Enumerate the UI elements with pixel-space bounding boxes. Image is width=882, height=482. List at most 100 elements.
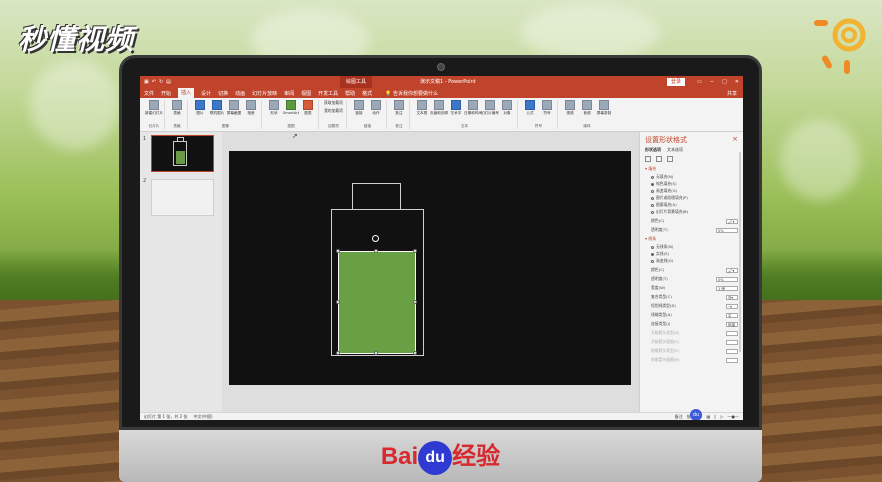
resize-handle[interactable] xyxy=(336,249,340,253)
redo-icon[interactable]: ↻ xyxy=(159,79,163,85)
battery-cap-shape[interactable] xyxy=(352,183,401,210)
fill-option[interactable]: 渐变填充(G) xyxy=(651,188,738,194)
end-arrow-size-dropdown[interactable] xyxy=(726,357,738,363)
login-button[interactable]: 登录 xyxy=(666,78,685,86)
zoom-slider[interactable]: —●— xyxy=(728,414,740,419)
close-icon[interactable]: ✕ xyxy=(735,79,739,85)
textbox-button[interactable]: 文本框 xyxy=(415,100,429,124)
minimize-icon[interactable]: − xyxy=(710,79,714,85)
pane-close-icon[interactable]: × xyxy=(732,135,738,145)
fill-option[interactable]: 图片或纹理填充(P) xyxy=(651,195,738,201)
pictures-button[interactable]: 图片 xyxy=(193,100,207,124)
fill-option[interactable]: 图案填充(A) xyxy=(651,202,738,208)
resize-handle[interactable] xyxy=(336,300,340,304)
get-addins-button[interactable]: 获取加载项 xyxy=(324,100,343,106)
reading-view-icon[interactable]: ▯ xyxy=(714,414,716,419)
slide-sorter-icon[interactable]: ▦ xyxy=(706,414,710,419)
dash-type-dropdown[interactable]: ┄▾ xyxy=(726,303,738,309)
fill-option[interactable]: 纯色填充(S) xyxy=(651,181,738,187)
begin-arrow-size-dropdown[interactable] xyxy=(726,339,738,345)
tab-shape-options[interactable]: 形状选项 xyxy=(645,147,661,153)
action-button[interactable]: 动作 xyxy=(369,100,383,124)
battery-fill-shape-selected[interactable] xyxy=(338,251,416,354)
line-option[interactable]: 渐变线(G) xyxy=(651,258,738,264)
wordart-button[interactable]: 艺术字 xyxy=(449,100,463,124)
tab-view[interactable]: 视图 xyxy=(301,90,311,97)
pane-scrollbar[interactable] xyxy=(739,152,741,352)
photo-album-button[interactable]: 相册 xyxy=(244,100,258,124)
symbol-button[interactable]: 符号 xyxy=(540,100,554,124)
tab-animations[interactable]: 动画 xyxy=(235,90,245,97)
resize-handle[interactable] xyxy=(374,249,378,253)
join-type-dropdown[interactable]: 斜接 xyxy=(726,321,738,327)
line-width-input[interactable]: 1 磅 xyxy=(716,285,738,291)
slide-canvas[interactable] xyxy=(229,151,631,385)
line-row: 宽度(W) 1 磅 xyxy=(651,285,738,291)
my-addins-button[interactable]: 我的加载项 xyxy=(324,108,343,114)
fill-option[interactable]: 无填充(N) xyxy=(651,174,738,180)
slideshow-icon[interactable]: ▷ xyxy=(720,414,723,419)
cap-type-dropdown[interactable]: 平 xyxy=(726,312,738,318)
slide-thumbnail-2[interactable] xyxy=(151,179,214,216)
audio-button[interactable]: 音频 xyxy=(580,100,594,124)
online-pictures-button[interactable]: 联机图片 xyxy=(210,100,224,124)
tab-transitions[interactable]: 切换 xyxy=(218,90,228,97)
fill-option[interactable]: 幻灯片背景填充(B) xyxy=(651,209,738,215)
link-button[interactable]: 链接 xyxy=(352,100,366,124)
resize-handle[interactable] xyxy=(413,249,417,253)
compound-type-dropdown[interactable]: ☰▾ xyxy=(726,294,738,300)
fill-transparency-input[interactable]: 0% xyxy=(716,227,738,233)
size-properties-icon[interactable] xyxy=(667,156,673,162)
fill-color-picker[interactable]: 🖌▾ xyxy=(726,218,738,224)
fill-line-icon[interactable] xyxy=(645,156,651,162)
tab-text-options[interactable]: 文本选项 xyxy=(667,147,683,153)
slide-number-button[interactable]: 幻灯片编号 xyxy=(481,100,499,124)
table-button[interactable]: 表格 xyxy=(170,100,184,124)
header-footer-button[interactable]: 页眉和页脚 xyxy=(430,100,448,124)
begin-arrow-type-dropdown[interactable] xyxy=(726,330,738,336)
date-time-button[interactable]: 日期和时间 xyxy=(464,100,482,124)
tab-developer[interactable]: 开发工具 xyxy=(318,90,338,97)
chart-button[interactable]: 图表 xyxy=(301,100,315,124)
screen-recording-button[interactable]: 屏幕录制 xyxy=(597,100,611,124)
rotate-handle-icon[interactable] xyxy=(372,235,379,242)
ribbon-display-icon[interactable]: ▭ xyxy=(697,79,702,85)
language-indicator[interactable]: 中文(中国) xyxy=(193,414,212,420)
tab-home[interactable]: 开始 xyxy=(161,90,171,97)
line-color-picker[interactable]: 🖌▾ xyxy=(726,267,738,273)
smartart-button[interactable]: SmartArt xyxy=(283,100,299,124)
new-slide-button[interactable]: 新建幻灯片 xyxy=(145,100,163,124)
tab-review[interactable]: 审阅 xyxy=(284,90,294,97)
resize-handle[interactable] xyxy=(374,351,378,355)
equation-button[interactable]: 公式 xyxy=(523,100,537,124)
resize-handle[interactable] xyxy=(413,300,417,304)
comment-button[interactable]: 批注 xyxy=(392,100,406,124)
resize-handle[interactable] xyxy=(413,351,417,355)
save-icon[interactable]: ▣ xyxy=(144,79,149,85)
resize-handle[interactable] xyxy=(336,351,340,355)
tab-format[interactable]: 格式 xyxy=(362,90,372,97)
tab-design[interactable]: 设计 xyxy=(201,90,211,97)
share-button[interactable]: 共享 xyxy=(727,90,737,97)
undo-icon[interactable]: ↶ xyxy=(152,79,156,85)
object-button[interactable]: 对象 xyxy=(500,100,514,124)
end-arrow-type-dropdown[interactable] xyxy=(726,348,738,354)
screenshot-button[interactable]: 屏幕截图 xyxy=(227,100,241,124)
tell-me-box[interactable]: 💡 告诉我你想要做什么 xyxy=(385,90,438,97)
shapes-button[interactable]: 形状 xyxy=(267,100,281,124)
tab-file[interactable]: 文件 xyxy=(144,90,154,97)
line-option[interactable]: 无线条(N) xyxy=(651,244,738,250)
start-from-beginning-icon[interactable]: ▤ xyxy=(166,79,171,85)
line-section-header[interactable]: ▾ 线条 xyxy=(645,236,738,242)
tab-help[interactable]: 帮助 xyxy=(345,90,355,97)
line-option[interactable]: 实线(S) xyxy=(651,251,738,257)
effects-icon[interactable] xyxy=(656,156,662,162)
tab-insert[interactable]: 插入 xyxy=(178,88,195,98)
tab-slideshow[interactable]: 幻灯片放映 xyxy=(252,90,277,97)
line-transparency-input[interactable]: 0% xyxy=(716,276,738,282)
notes-button[interactable]: 备注 xyxy=(675,414,683,420)
maximize-icon[interactable]: □ xyxy=(722,79,727,85)
slide-thumbnail-1[interactable] xyxy=(151,135,214,172)
video-button[interactable]: 视频 xyxy=(563,100,577,124)
fill-section-header[interactable]: ▾ 填充 xyxy=(645,166,738,172)
